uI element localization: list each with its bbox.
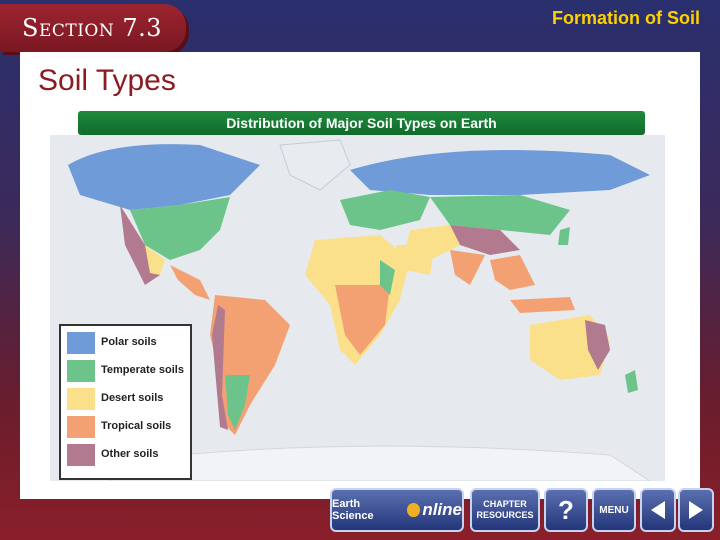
map-legend: Polar soils Temperate soils Desert soils… — [59, 324, 192, 480]
legend-swatch-temperate — [67, 360, 95, 382]
legend-swatch-desert — [67, 388, 95, 410]
bottom-nav: Earth Science nline CHAPTER RESOURCES ? … — [330, 486, 715, 532]
legend-label-desert: Desert soils — [101, 392, 164, 404]
menu-label: MENU — [599, 504, 629, 516]
legend-swatch-tropical — [67, 416, 95, 438]
page-title: Soil Types — [38, 64, 176, 97]
map-title-bar: Distribution of Major Soil Types on Eart… — [78, 111, 645, 135]
legend-label-polar: Polar soils — [101, 336, 157, 348]
esonline-online: nline — [422, 500, 462, 519]
next-button[interactable] — [678, 488, 714, 532]
chapter-resources-label: CHAPTER RESOURCES — [476, 499, 534, 520]
chapter-resources-button[interactable]: CHAPTER RESOURCES — [470, 488, 540, 532]
legend-item-tropical: Tropical soils — [67, 416, 187, 438]
earth-science-online-button[interactable]: Earth Science nline — [330, 488, 464, 532]
legend-swatch-other — [67, 444, 95, 466]
triangle-left-icon — [651, 501, 665, 519]
legend-label-temperate: Temperate soils — [101, 364, 184, 376]
globe-icon — [406, 503, 421, 517]
world-soil-map: Polar soils Temperate soils Desert soils… — [50, 135, 665, 481]
previous-button[interactable] — [640, 488, 676, 532]
legend-item-desert: Desert soils — [67, 388, 187, 410]
menu-button[interactable]: MENU — [592, 488, 636, 532]
legend-swatch-polar — [67, 332, 95, 354]
map-title: Distribution of Major Soil Types on Eart… — [226, 115, 497, 131]
legend-item-polar: Polar soils — [67, 332, 187, 354]
legend-item-temperate: Temperate soils — [67, 360, 187, 382]
esonline-brand: Earth Science — [332, 498, 374, 522]
question-icon: ? — [558, 494, 574, 525]
legend-item-other: Other soils — [67, 444, 187, 466]
chapter-title: Formation of Soil — [552, 8, 700, 28]
section-tab: Section 7.3 — [0, 4, 186, 52]
legend-label-other: Other soils — [101, 448, 159, 460]
section-label: Section 7.3 — [22, 14, 163, 42]
help-button[interactable]: ? — [544, 488, 588, 532]
legend-label-tropical: Tropical soils — [101, 420, 172, 432]
triangle-right-icon — [689, 501, 703, 519]
